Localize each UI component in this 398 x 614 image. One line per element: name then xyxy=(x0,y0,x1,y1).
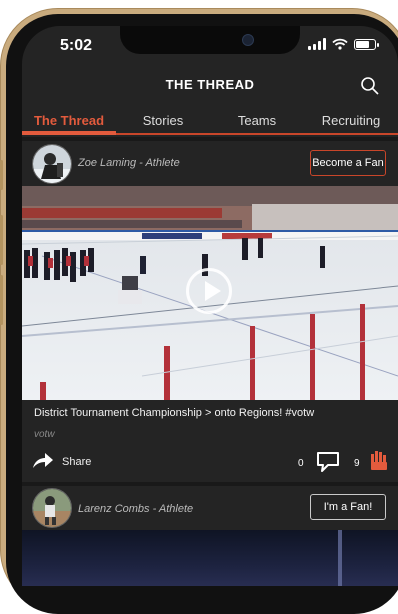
app-title: THE THREAD xyxy=(165,77,255,92)
share-label[interactable]: Share xyxy=(62,456,91,468)
camera-icon xyxy=(242,34,254,46)
comment-icon[interactable] xyxy=(317,452,339,472)
search-icon[interactable] xyxy=(360,76,380,96)
avatar[interactable] xyxy=(32,144,72,184)
post-header: Larenz Combs - Athlete I'm a Fan! xyxy=(22,486,398,530)
video-player[interactable] xyxy=(22,186,398,400)
post-author[interactable]: Zoe Laming - Athlete xyxy=(78,157,180,169)
im-a-fan-button[interactable]: I'm a Fan! xyxy=(310,494,386,520)
comment-count: 0 xyxy=(298,458,304,469)
post-media-preview[interactable] xyxy=(22,530,398,586)
become-a-fan-button[interactable]: Become a Fan xyxy=(310,150,386,176)
avatar[interactable] xyxy=(32,488,72,528)
notch xyxy=(120,26,300,54)
app-screen: 5:02 THE THREAD The Thread Stories Teams… xyxy=(22,26,398,586)
battery-icon xyxy=(354,39,379,50)
phone-side-button xyxy=(0,160,3,190)
fan-hand-icon[interactable] xyxy=(370,450,388,470)
post-author[interactable]: Larenz Combs - Athlete xyxy=(78,503,193,515)
post-tag[interactable]: votw xyxy=(34,429,55,440)
status-icons xyxy=(308,38,379,50)
active-tab-indicator xyxy=(22,131,116,135)
post-actions: Share 0 9 xyxy=(22,448,398,478)
phone-side-button xyxy=(0,275,3,325)
fan-count: 9 xyxy=(354,458,360,469)
play-icon[interactable] xyxy=(186,268,232,314)
share-icon[interactable] xyxy=(32,452,54,470)
wifi-icon xyxy=(332,38,348,50)
status-time: 5:02 xyxy=(60,37,93,54)
phone-side-button xyxy=(0,215,3,265)
post-header: Zoe Laming - Athlete Become a Fan xyxy=(22,141,398,185)
signal-icon xyxy=(308,38,326,50)
post-caption: District Tournament Championship > onto … xyxy=(34,407,315,419)
